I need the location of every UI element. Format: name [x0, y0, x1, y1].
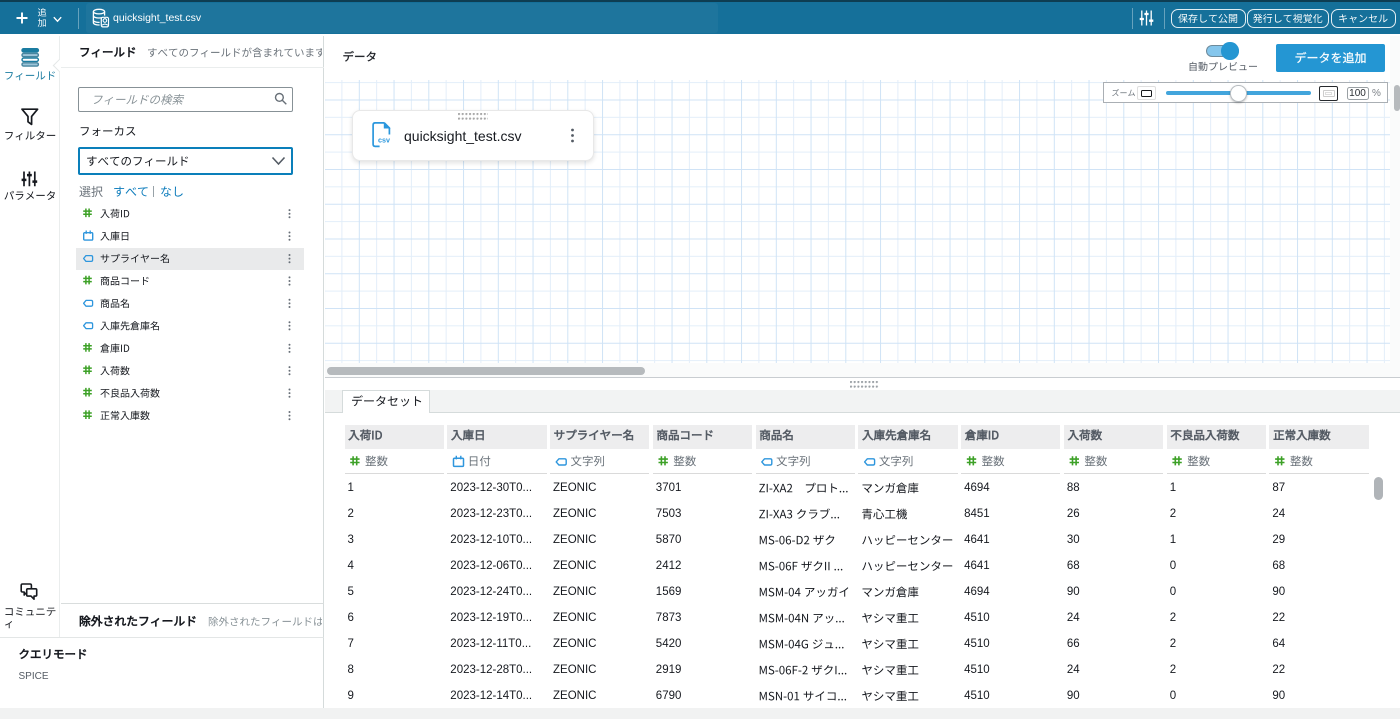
svg-text:csv: csv [378, 135, 390, 144]
